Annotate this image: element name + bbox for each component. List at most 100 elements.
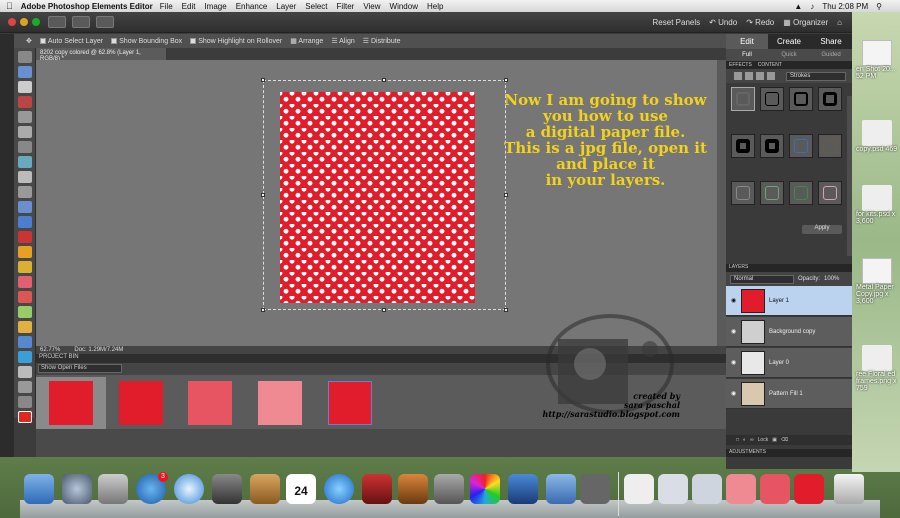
- stroke-style-4[interactable]: [818, 87, 842, 111]
- minimized-window-icon[interactable]: [692, 474, 722, 504]
- zoom-icon[interactable]: [32, 18, 40, 26]
- visibility-icon[interactable]: ◉: [731, 390, 739, 397]
- home-screen-icon[interactable]: [48, 16, 66, 28]
- visibility-icon[interactable]: ◉: [731, 328, 739, 335]
- heart-pattern-document[interactable]: [280, 92, 475, 303]
- stroke-style-10[interactable]: [760, 181, 784, 205]
- type-tool[interactable]: [18, 171, 32, 183]
- paint-bucket-tool[interactable]: [18, 321, 32, 333]
- stroke-style-9[interactable]: [731, 181, 755, 205]
- transform-handle[interactable]: [261, 308, 265, 312]
- zoom-tool[interactable]: [18, 66, 32, 78]
- red-eye-tool[interactable]: [18, 231, 32, 243]
- transform-handle[interactable]: [504, 308, 508, 312]
- all-effects-icon[interactable]: [767, 72, 775, 80]
- volume-icon[interactable]: ♪: [810, 2, 814, 11]
- minimized-document-icon[interactable]: [794, 474, 824, 504]
- auto-select-layer-checkbox[interactable]: Auto Select Layer: [39, 38, 103, 45]
- brush-tool[interactable]: [18, 291, 32, 303]
- adjustment-layer-icon[interactable]: ◐: [743, 437, 746, 443]
- tab-full[interactable]: Full: [726, 49, 768, 61]
- tab-create[interactable]: Create: [768, 34, 810, 49]
- launchpad-icon[interactable]: [62, 474, 92, 504]
- finder-icon[interactable]: [24, 474, 54, 504]
- menu-window[interactable]: Window: [390, 2, 418, 11]
- desktop-file-2[interactable]: copy.psd 469: [856, 120, 900, 153]
- minimized-window-icon[interactable]: [658, 474, 688, 504]
- tab-effects[interactable]: EFFECTS: [729, 62, 752, 68]
- dock-app-icon[interactable]: [580, 474, 610, 504]
- trash-icon[interactable]: ⌫: [781, 437, 788, 443]
- link-icon[interactable]: ∞: [750, 437, 754, 443]
- marquee-tool[interactable]: [18, 111, 32, 123]
- arrange-dropdown[interactable]: ▦ Arrange: [290, 37, 323, 45]
- move-tool[interactable]: [18, 51, 32, 63]
- photo-effects-icon[interactable]: [756, 72, 764, 80]
- desktop-file-5[interactable]: ree Floral ed frames.png x 759: [856, 345, 900, 392]
- layer-row[interactable]: ◉ Pattern Fill 1: [726, 379, 852, 409]
- clone-stamp-tool[interactable]: [18, 261, 32, 273]
- stroke-style-5[interactable]: [731, 134, 755, 158]
- stroke-style-3[interactable]: [789, 87, 813, 111]
- apply-button[interactable]: Apply: [802, 225, 842, 234]
- trash-icon[interactable]: [834, 474, 864, 504]
- undo-button[interactable]: ↶ Undo: [709, 18, 737, 27]
- menu-file[interactable]: File: [160, 2, 173, 11]
- close-icon[interactable]: [8, 18, 16, 26]
- hand-tool[interactable]: [18, 81, 32, 93]
- lock-icon[interactable]: ▣: [772, 437, 777, 443]
- stroke-style-1[interactable]: [731, 87, 755, 111]
- adjustments-header[interactable]: ADJUSTMENTS: [726, 449, 852, 457]
- layers-header[interactable]: LAYERS: [726, 264, 852, 272]
- show-highlight-checkbox[interactable]: Show Highlight on Rollover: [190, 38, 282, 45]
- layer-styles-icon[interactable]: [745, 72, 753, 80]
- layer-row[interactable]: ◉ Layer 1: [726, 286, 852, 316]
- menu-enhance[interactable]: Enhance: [236, 2, 268, 11]
- desktop-file-4[interactable]: Metal Paper Copy.jpg x 3,600: [856, 258, 900, 305]
- layer-row[interactable]: ◉ Background copy: [726, 317, 852, 347]
- blend-mode-dropdown[interactable]: Normal: [730, 274, 794, 284]
- menu-layer[interactable]: Layer: [276, 2, 296, 11]
- lasso-tool[interactable]: [18, 126, 32, 138]
- bin-thumbnail-3[interactable]: [188, 381, 232, 425]
- tab-edit[interactable]: Edit: [726, 34, 768, 49]
- photo-booth-icon[interactable]: [362, 474, 392, 504]
- align-dropdown[interactable]: ☰ Align: [331, 37, 354, 45]
- crop-tool[interactable]: [18, 186, 32, 198]
- shape-tool[interactable]: [18, 351, 32, 363]
- opacity-field[interactable]: 100%: [824, 276, 839, 282]
- zoom-readout[interactable]: 62.77%: [40, 347, 60, 353]
- gradient-tool[interactable]: [18, 336, 32, 348]
- system-preferences-icon[interactable]: [434, 474, 464, 504]
- arrange-documents-icon[interactable]: [96, 16, 114, 28]
- distribute-dropdown[interactable]: ☰ Distribute: [363, 37, 401, 45]
- stroke-style-6[interactable]: [760, 134, 784, 158]
- stroke-style-7[interactable]: [789, 134, 813, 158]
- color-picker-icon[interactable]: [470, 474, 500, 504]
- stroke-style-2[interactable]: [760, 87, 784, 111]
- calendar-icon[interactable]: 24: [286, 474, 316, 504]
- tab-share[interactable]: Share: [810, 34, 852, 49]
- menu-view[interactable]: View: [363, 2, 380, 11]
- iphoto-icon[interactable]: [398, 474, 428, 504]
- doc-size-readout[interactable]: Doc: 1.29M/7.24M: [74, 347, 123, 353]
- tab-guided[interactable]: Guided: [810, 49, 852, 61]
- safari-icon[interactable]: [174, 474, 204, 504]
- app-name-menu[interactable]: Adobe Photoshop Elements Editor: [21, 2, 153, 11]
- document-tab[interactable]: 8202 copy colored @ 62.8% (Layer 1, RGB/…: [36, 48, 166, 62]
- transform-handle[interactable]: [261, 193, 265, 197]
- show-open-files-dropdown[interactable]: Show Open Files: [38, 364, 122, 373]
- bin-thumbnail-1[interactable]: [49, 381, 93, 425]
- blur-tool[interactable]: [18, 366, 32, 378]
- organizer-button[interactable]: ▦ Organizer: [783, 18, 828, 27]
- eyedropper-tool[interactable]: [18, 96, 32, 108]
- spotlight-icon[interactable]: ⚲: [876, 2, 882, 11]
- healing-brush-tool[interactable]: [18, 246, 32, 258]
- tab-content[interactable]: CONTENT: [758, 62, 782, 68]
- menu-image[interactable]: Image: [204, 2, 226, 11]
- move-tool-icon[interactable]: ✥: [26, 37, 32, 45]
- itunes-icon[interactable]: [324, 474, 354, 504]
- sponge-tool[interactable]: [18, 381, 32, 393]
- mission-control-icon[interactable]: [98, 474, 128, 504]
- quick-selection-tool[interactable]: [18, 156, 32, 168]
